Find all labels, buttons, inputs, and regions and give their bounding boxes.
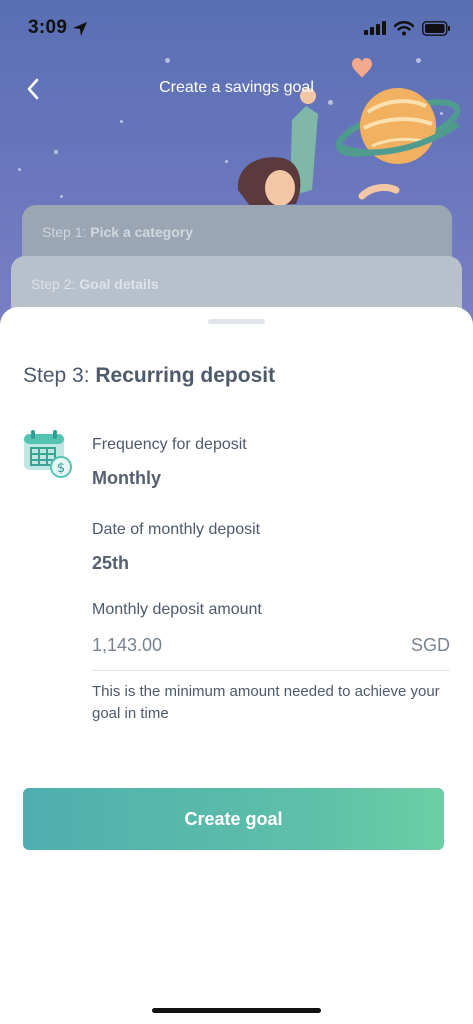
- frequency-label: Frequency for deposit: [92, 436, 247, 453]
- amount-label: Monthly deposit amount: [92, 601, 262, 618]
- currency-label: SGD: [410, 635, 450, 655]
- home-indicator: [152, 1008, 321, 1013]
- page-title: Create a savings goal: [159, 79, 314, 96]
- svg-text:$: $: [57, 461, 65, 476]
- sheet-heading: Step 3: Recurring deposit: [23, 364, 276, 387]
- wifi-icon: [394, 20, 414, 35]
- helper-text: This is the minimum amount needed to ach…: [92, 683, 440, 722]
- sheet-grabber[interactable]: [208, 319, 265, 324]
- date-value[interactable]: 25th: [92, 553, 129, 574]
- frequency-value[interactable]: Monthly: [92, 468, 161, 489]
- calendar-dollar-icon: $: [24, 430, 72, 478]
- step-label: Step 1: Pick a category: [42, 224, 193, 240]
- create-goal-button[interactable]: Create goal: [23, 788, 444, 850]
- date-label: Date of monthly deposit: [92, 521, 261, 538]
- battery-icon: [422, 20, 450, 36]
- status-time: 3:09: [28, 17, 68, 38]
- step-label: Step 2: Goal details: [31, 276, 159, 292]
- bottom-sheet: Step 3: Recurring deposit $ Frequency fo…: [0, 307, 473, 1024]
- amount-value: 1,143.00: [92, 635, 163, 655]
- signal-icon: [364, 21, 386, 35]
- deposit-amount-input[interactable]: 1,143.00 SGD: [92, 631, 450, 671]
- location-arrow-icon: [73, 22, 87, 36]
- status-bar: 3:09: [0, 0, 473, 56]
